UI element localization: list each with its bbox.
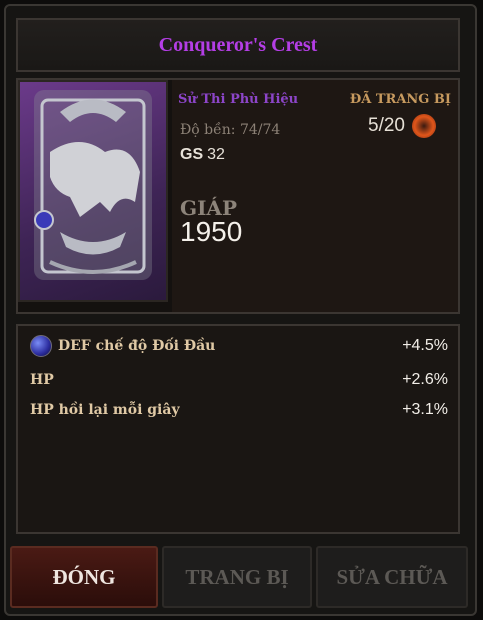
equip-button[interactable]: TRANG BỊ [162,546,312,608]
stat-value: +3.1% [402,401,448,418]
slot-count: 5/20 [368,115,405,137]
item-rarity-type: Sử Thi Phù Hiệu [178,92,299,107]
durability-text: Độ bền: 74/74 [180,122,281,138]
gs-label: GS [180,146,204,163]
item-title-bar: Conqueror's Crest [16,18,460,72]
equip-button-label: TRANG BỊ [185,564,289,589]
equipped-label: ĐÃ TRANG BỊ [349,92,451,107]
gear-score: GS 32 [180,146,225,164]
stat-row: HP +2.6% [20,366,456,394]
repair-button[interactable]: SỬA CHỮA [316,546,468,608]
item-portrait [18,80,168,302]
stat-name: HP hồi lại mỗi giây [30,402,180,418]
stat-value: +4.5% [402,337,448,354]
stat-value: +2.6% [402,371,448,388]
stat-name: DEF chế độ Đối Đầu [58,338,216,354]
bull-crest-icon [34,90,152,280]
repair-button-label: SỬA CHỮA [336,564,448,589]
gem-icon [30,335,52,357]
armor-value: 1950 [180,216,243,247]
stat-name: HP [30,372,54,388]
item-name: Conqueror's Crest [158,33,318,56]
stat-row: HP hồi lại mỗi giây +3.1% [20,396,456,424]
close-button-label: ĐÓNG [52,564,116,589]
stat-row: DEF chế độ Đối Đầu +4.5% [20,332,456,360]
close-button[interactable]: ĐÓNG [10,546,158,608]
slot-indicator: 5/20 [368,114,437,138]
slot-emblem-icon [412,114,437,138]
gs-value: 32 [207,146,225,163]
